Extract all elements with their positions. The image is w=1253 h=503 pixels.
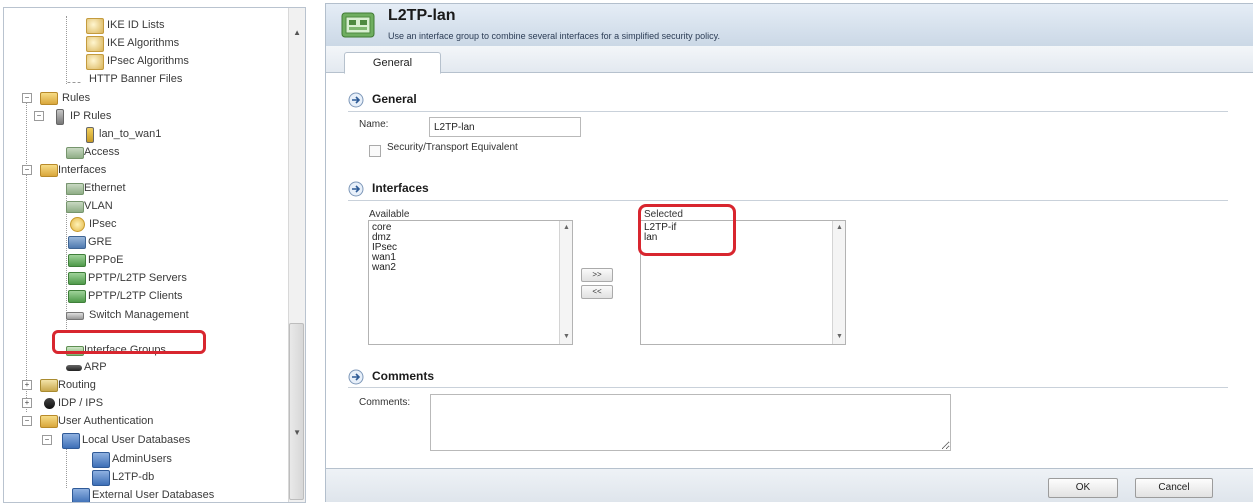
scroll-down-arrow-icon[interactable]: ▼ — [293, 428, 301, 437]
gre-icon — [68, 236, 86, 249]
expand-toggle-icon[interactable]: − — [22, 165, 32, 175]
list-item[interactable]: core — [372, 223, 569, 233]
page-subtitle: Use an interface group to combine severa… — [388, 31, 720, 41]
user-database-icon — [92, 452, 110, 468]
ok-button[interactable]: OK — [1048, 478, 1118, 498]
scroll-up-arrow-icon[interactable]: ▲ — [563, 223, 570, 233]
footer-bar: OK Cancel — [326, 468, 1253, 502]
tree-connector — [66, 16, 67, 84]
idp-icon — [44, 398, 55, 409]
pppoe-icon — [68, 254, 86, 267]
expand-section-icon[interactable] — [348, 369, 364, 385]
highlight-selected-list — [638, 204, 736, 256]
ipsec-icon — [70, 217, 85, 232]
list-scrollbar[interactable]: ▲ ▼ — [832, 221, 845, 344]
rule-icon — [86, 127, 94, 143]
header-bar: L2TP-lan Use an interface group to combi… — [326, 4, 1253, 47]
ethernet-icon — [66, 183, 84, 195]
list-item[interactable]: wan2 — [372, 263, 569, 273]
routing-icon — [40, 379, 58, 392]
switch-management-icon — [66, 312, 84, 320]
scroll-down-arrow-icon[interactable]: ▼ — [836, 332, 843, 342]
available-label: Available — [369, 209, 410, 220]
section-divider — [348, 200, 1228, 201]
comments-field[interactable] — [430, 394, 951, 451]
section-divider — [348, 111, 1228, 112]
scroll-up-arrow-icon[interactable]: ▲ — [836, 223, 843, 233]
expand-toggle-icon[interactable]: − — [42, 435, 52, 445]
vlan-icon — [66, 201, 84, 213]
comments-label: Comments: — [359, 397, 411, 408]
remove-button[interactable]: << — [581, 285, 613, 299]
expand-section-icon[interactable] — [348, 181, 364, 197]
navigation-tree: IKE ID Lists IKE Algorithms IPsec Algori… — [3, 7, 306, 503]
user-database-icon — [62, 433, 80, 449]
access-icon — [66, 147, 84, 159]
user-database-icon — [92, 470, 110, 486]
list-scrollbar[interactable]: ▲ ▼ — [559, 221, 572, 344]
security-transport-checkbox[interactable] — [369, 145, 381, 157]
page-title: L2TP-lan — [388, 7, 456, 24]
pptp-client-icon — [68, 290, 86, 303]
folder-icon — [40, 164, 58, 177]
tab-bar: General — [326, 46, 1253, 74]
folder-icon — [40, 415, 58, 428]
cancel-button[interactable]: Cancel — [1135, 478, 1213, 498]
expand-toggle-icon[interactable]: + — [22, 380, 32, 390]
expand-section-icon[interactable] — [348, 92, 364, 108]
main-panel: L2TP-lan Use an interface group to combi… — [325, 3, 1253, 502]
name-field[interactable] — [429, 117, 581, 137]
highlight-interface-groups — [52, 330, 206, 354]
arp-icon — [66, 365, 82, 371]
ike-icon — [86, 36, 104, 52]
interface-group-icon — [341, 12, 375, 38]
expand-toggle-icon[interactable]: − — [34, 111, 44, 121]
expand-toggle-icon[interactable]: − — [22, 416, 32, 426]
tree-scrollbar[interactable]: ▲ ▼ — [288, 8, 305, 502]
pptp-server-icon — [68, 272, 86, 285]
available-list[interactable]: core dmz IPsec wan1 wan2 ▲ ▼ — [368, 220, 573, 345]
scroll-up-arrow-icon[interactable]: ▲ — [293, 28, 301, 37]
tab-general[interactable]: General — [344, 52, 441, 74]
rule-icon — [56, 109, 64, 125]
expand-toggle-icon[interactable]: + — [22, 398, 32, 408]
http-banner-icon — [66, 76, 82, 83]
list-item[interactable]: dmz — [372, 233, 569, 243]
ike-icon — [86, 18, 104, 34]
scroll-down-arrow-icon[interactable]: ▼ — [563, 332, 570, 342]
tree-connector — [26, 96, 27, 412]
name-label: Name: — [359, 119, 389, 130]
section-divider — [348, 387, 1228, 388]
list-item[interactable]: wan1 — [372, 253, 569, 263]
scrollbar-thumb[interactable] — [289, 323, 304, 500]
add-button[interactable]: >> — [581, 268, 613, 282]
expand-toggle-icon[interactable]: − — [22, 93, 32, 103]
folder-icon — [40, 92, 58, 105]
list-item[interactable]: IPsec — [372, 243, 569, 253]
ipsec-algorithms-icon — [86, 54, 104, 70]
security-transport-label: Security/Transport Equivalent — [387, 142, 518, 153]
